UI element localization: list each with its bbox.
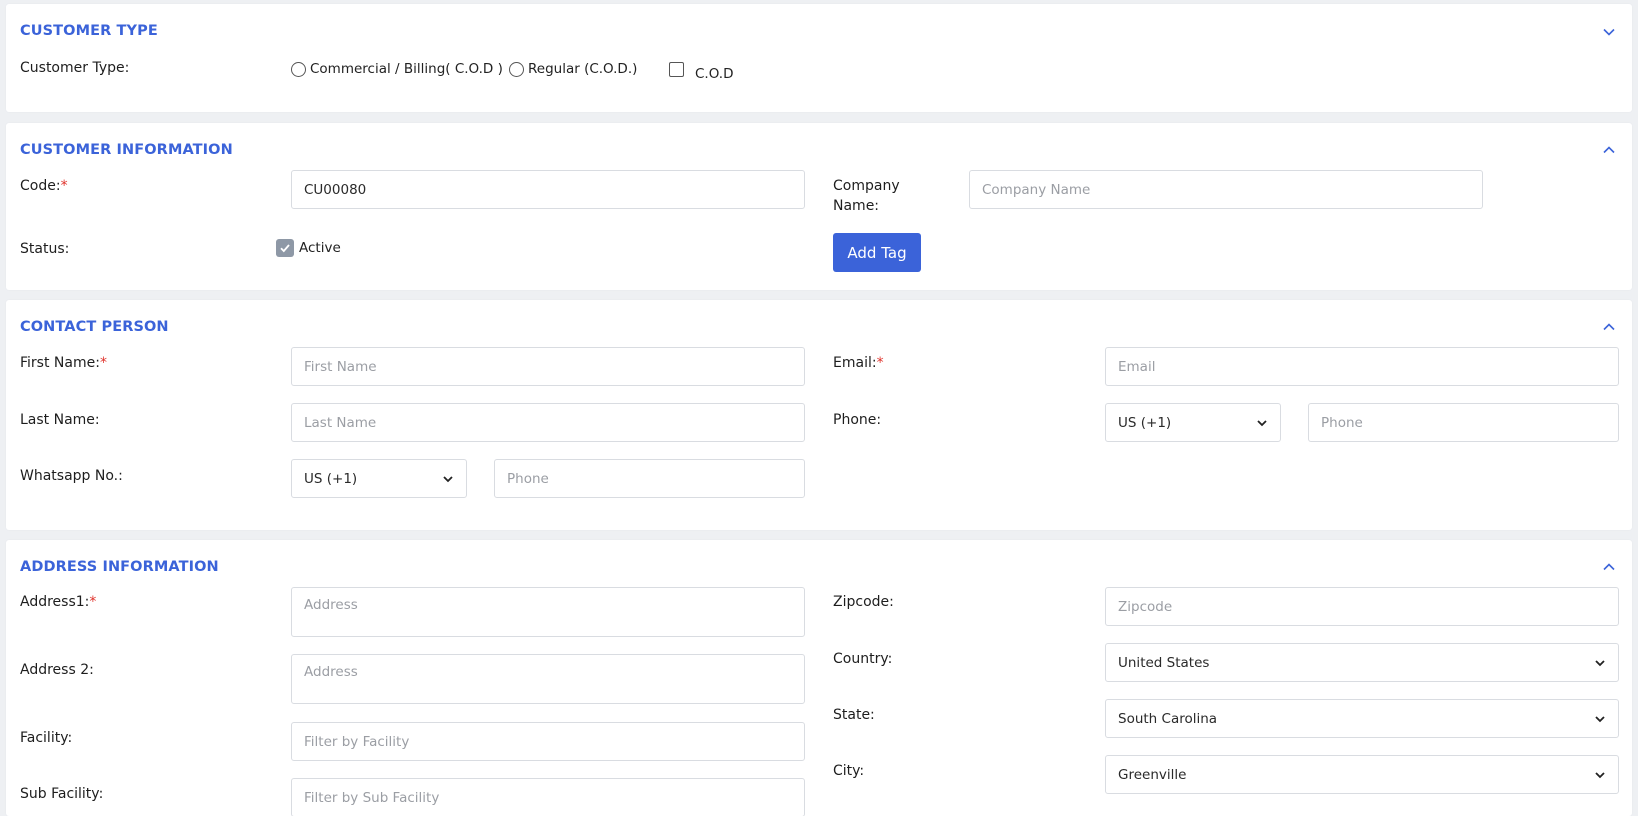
whatsapp-phone-input[interactable]: [494, 459, 805, 498]
add-tag-button[interactable]: Add Tag: [833, 233, 921, 272]
chevron-down-icon: [443, 475, 453, 482]
radio-circle[interactable]: [509, 61, 524, 77]
first-name-input[interactable]: [291, 347, 805, 386]
check-icon[interactable]: [276, 239, 294, 257]
city-label: City:: [833, 763, 865, 779]
address1-label: Address1:*: [20, 594, 97, 610]
section-title: ADDRESS INFORMATION: [20, 559, 219, 575]
state-value: South Carolina: [1118, 710, 1218, 727]
section-title: CUSTOMER INFORMATION: [20, 142, 233, 158]
last-name-label: Last Name:: [20, 412, 100, 428]
phone-input[interactable]: [1308, 403, 1619, 442]
zipcode-input[interactable]: [1105, 587, 1619, 626]
facility-label: Facility:: [20, 730, 73, 746]
active-checkbox[interactable]: Active: [276, 239, 341, 257]
phone-country-select[interactable]: US (+1): [1105, 403, 1281, 442]
zipcode-label: Zipcode:: [833, 594, 894, 610]
whatsapp-country-value: US (+1): [304, 470, 358, 487]
facility-input[interactable]: [291, 722, 805, 761]
radio-commercial-label: Commercial / Billing( C.O.D ): [310, 61, 503, 77]
country-label: Country:: [833, 651, 893, 667]
sub-facility-label: Sub Facility:: [20, 786, 104, 802]
code-input[interactable]: [291, 170, 805, 209]
section-title: CUSTOMER TYPE: [20, 23, 158, 39]
whatsapp-label: Whatsapp No.:: [20, 468, 123, 484]
radio-commercial[interactable]: Commercial / Billing( C.O.D ): [291, 61, 503, 77]
chevron-up-icon[interactable]: [1602, 143, 1616, 157]
chevron-up-icon[interactable]: [1602, 320, 1616, 334]
status-label: Status:: [20, 241, 70, 257]
city-value: Greenville: [1118, 766, 1187, 783]
address2-label: Address 2:: [20, 662, 94, 678]
email-input[interactable]: [1105, 347, 1619, 386]
whatsapp-country-select[interactable]: US (+1): [291, 459, 467, 498]
checkbox-box[interactable]: [669, 62, 684, 77]
sub-facility-input[interactable]: [291, 778, 805, 816]
customer-type-label: Customer Type:: [20, 60, 130, 76]
cod-checkbox[interactable]: C.O.D: [669, 61, 733, 82]
email-label: Email:*: [833, 355, 884, 371]
company-name-label: Company Name:: [833, 178, 900, 214]
customer-information-section: CUSTOMER INFORMATION Code:* Company Name…: [6, 123, 1632, 290]
radio-regular-label: Regular (C.O.D.): [528, 61, 638, 77]
chevron-down-icon[interactable]: [1602, 25, 1616, 39]
contact-person-section: CONTACT PERSON First Name:* Email:* Last…: [6, 300, 1632, 530]
phone-country-value: US (+1): [1118, 414, 1172, 431]
section-title: CONTACT PERSON: [20, 319, 169, 335]
city-select[interactable]: Greenville: [1105, 755, 1619, 794]
country-select[interactable]: United States: [1105, 643, 1619, 682]
chevron-down-icon: [1257, 419, 1267, 426]
radio-circle[interactable]: [291, 61, 306, 77]
chevron-up-icon[interactable]: [1602, 560, 1616, 574]
cod-label: C.O.D: [695, 66, 734, 82]
address1-input[interactable]: [291, 587, 805, 637]
customer-type-section: CUSTOMER TYPE Customer Type: Commercial …: [6, 4, 1632, 112]
company-name-input[interactable]: [969, 170, 1483, 209]
active-label: Active: [299, 240, 341, 256]
address-information-section: ADDRESS INFORMATION Address1:* Zipcode: …: [6, 540, 1632, 816]
last-name-input[interactable]: [291, 403, 805, 442]
state-select[interactable]: South Carolina: [1105, 699, 1619, 738]
chevron-down-icon: [1595, 659, 1605, 666]
radio-regular[interactable]: Regular (C.O.D.): [509, 61, 637, 77]
first-name-label: First Name:*: [20, 355, 107, 371]
country-value: United States: [1118, 654, 1210, 671]
chevron-down-icon: [1595, 715, 1605, 722]
code-label: Code:*: [20, 178, 68, 194]
chevron-down-icon: [1595, 771, 1605, 778]
state-label: State:: [833, 707, 875, 723]
address2-input[interactable]: [291, 654, 805, 704]
phone-label: Phone:: [833, 412, 882, 428]
